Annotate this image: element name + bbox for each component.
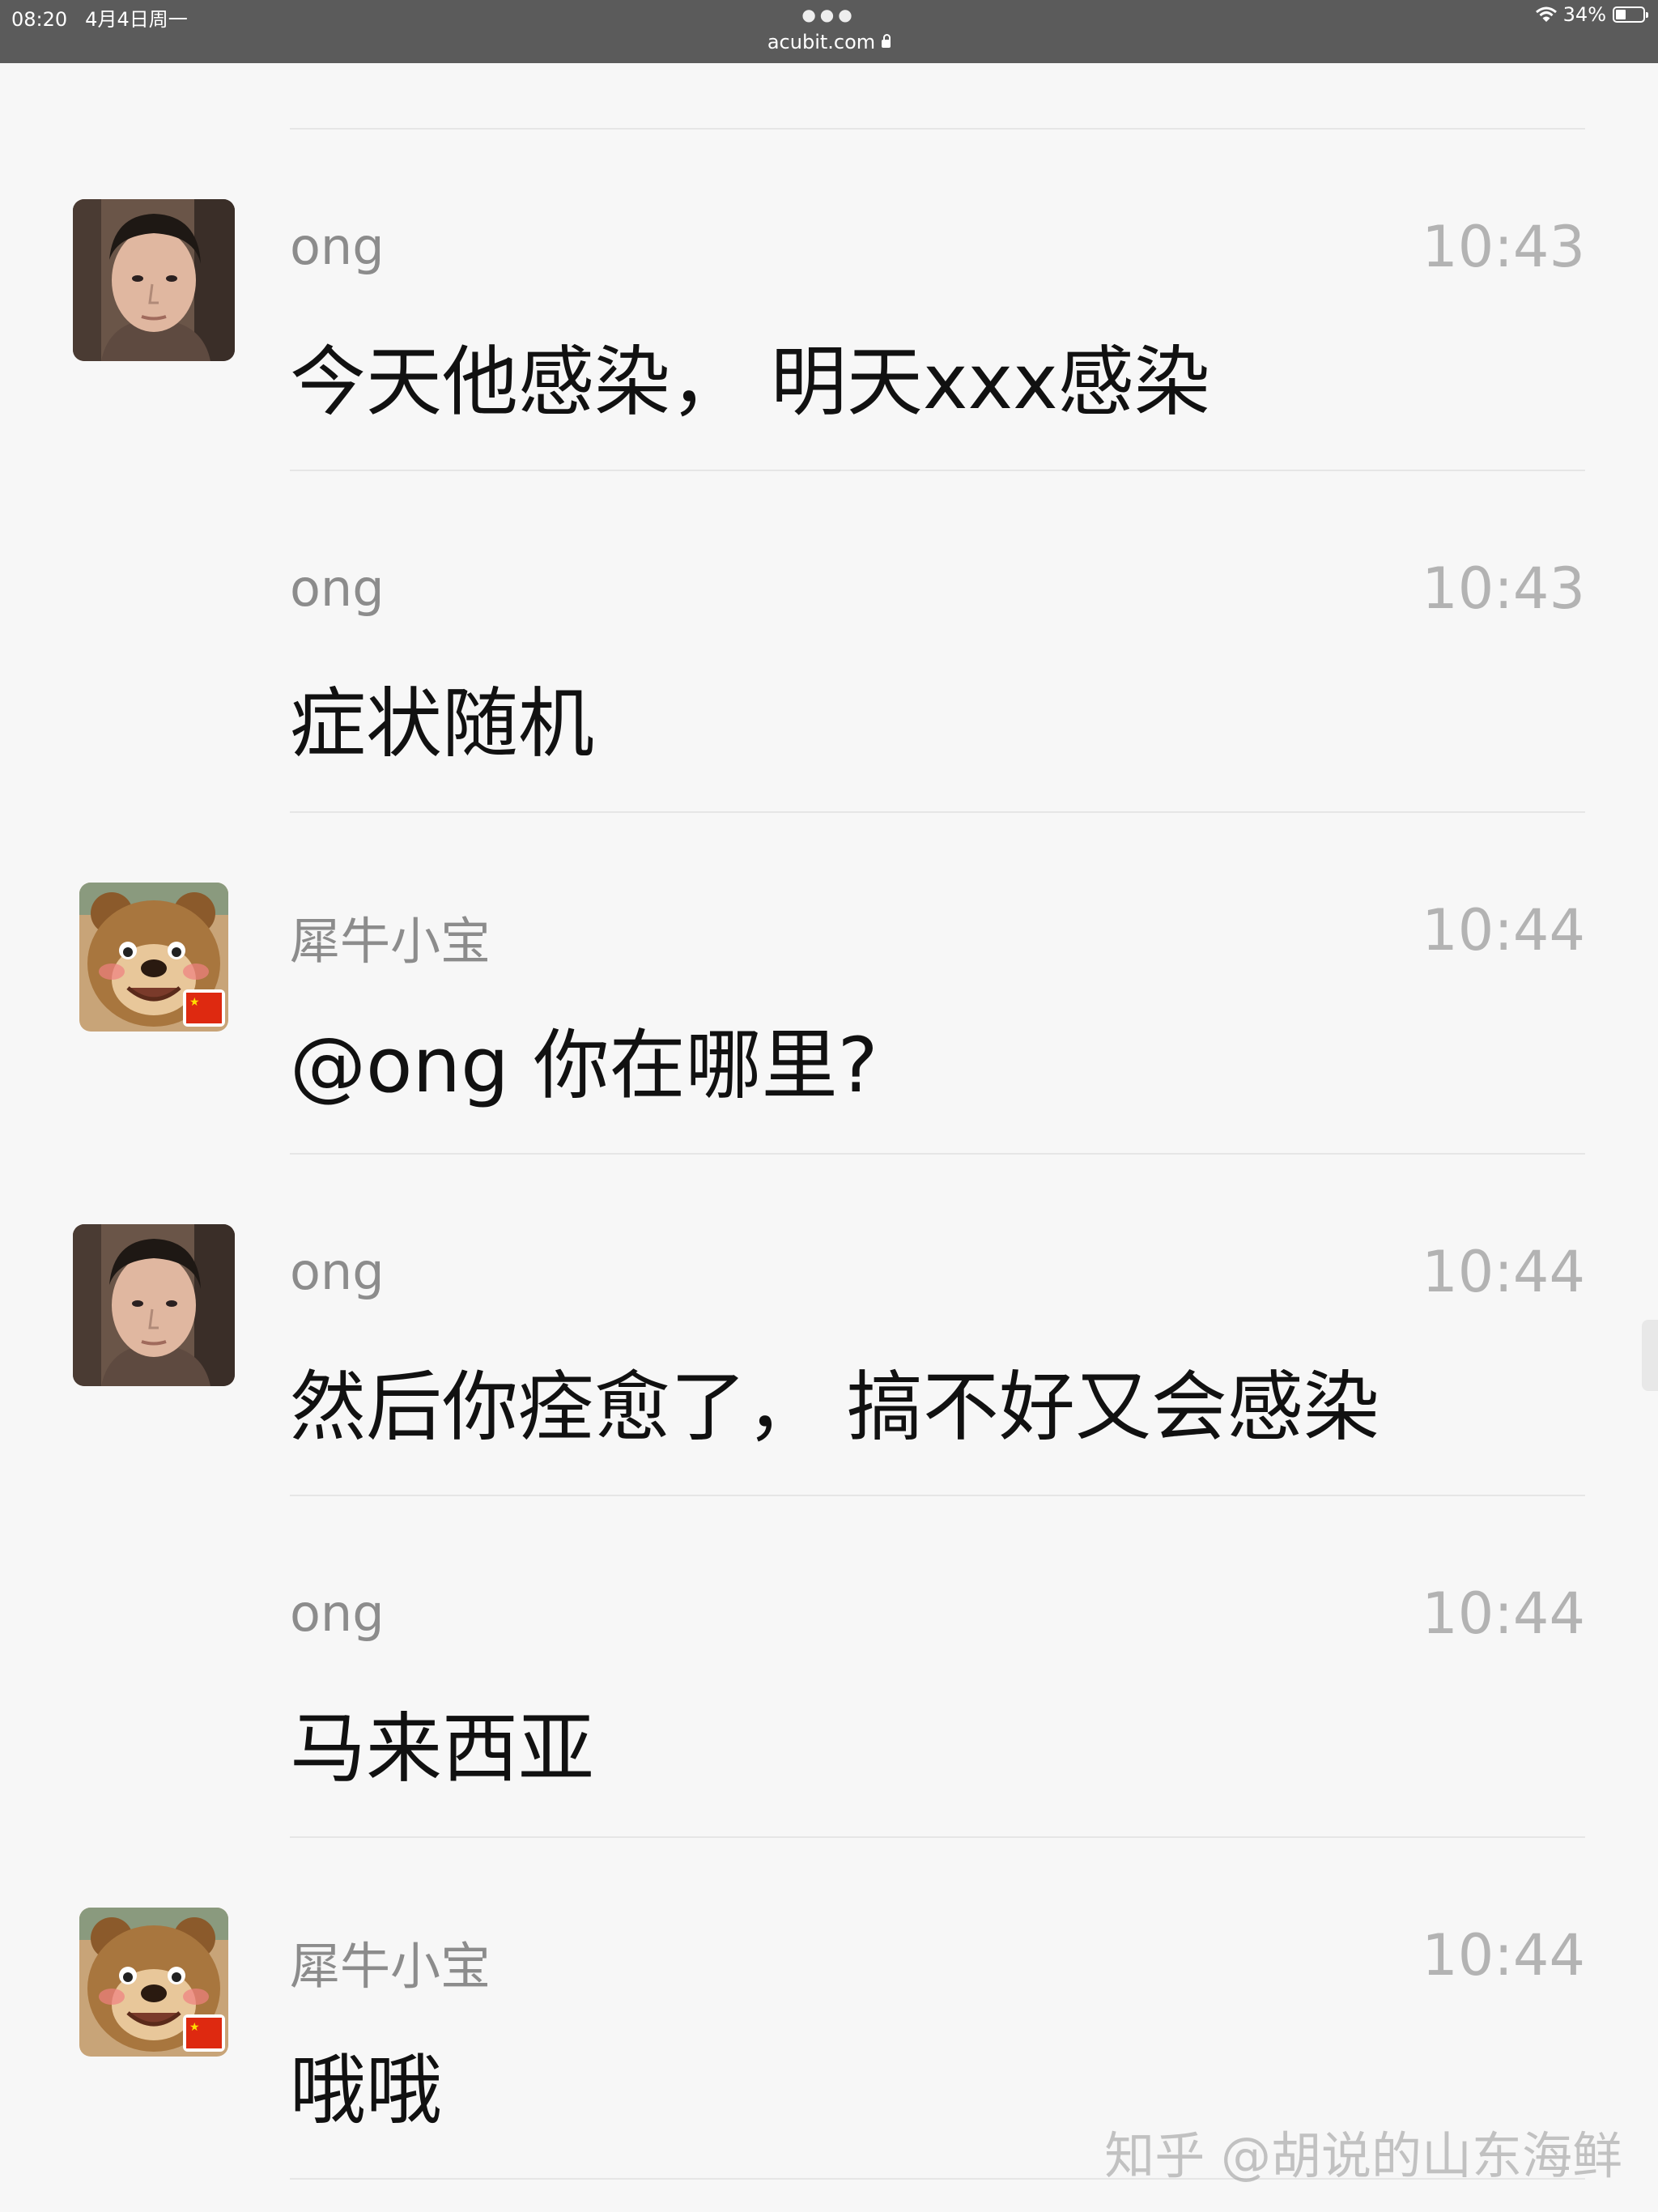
sender-name: 犀牛小宝 [290,912,491,971]
url-text[interactable]: acubit.com [767,31,875,53]
message-text: 症状随机 [290,680,595,768]
browser-status-bar: 08:20 4月4日周一 ●●● acubit.com 34% [0,0,1658,63]
scrollbar-thumb[interactable] [1642,1320,1658,1391]
chat-message[interactable]: ong 10:43 症状随机 [0,470,1658,811]
message-time: 10:43 [1422,214,1585,280]
sender-name: ong [290,1584,385,1643]
man-avatar-icon [73,199,235,361]
wifi-icon [1535,6,1557,22]
battery-icon [1613,6,1648,23]
sender-name: 犀牛小宝 [290,1937,491,1996]
message-text: 然后你痊愈了， 搞不好又会感染 [290,1363,1380,1452]
message-text: @ong 你在哪里? [290,1022,878,1110]
chat-message[interactable]: ong 10:44 马来西亚 [0,1495,1658,1836]
battery-percent: 34% [1562,3,1606,26]
message-text: 哦哦 [290,2047,443,2135]
message-time: 10:44 [1422,1239,1585,1305]
message-time: 10:44 [1422,897,1585,963]
more-dots-icon[interactable]: ●●● [0,5,1658,24]
status-right: 34% [1535,3,1648,26]
lock-icon [882,34,891,48]
svg-text:★: ★ [189,996,200,1009]
message-time: 10:43 [1422,555,1585,622]
sender-name: ong [290,559,385,618]
message-time: 10:44 [1422,1922,1585,1989]
address-bar[interactable]: acubit.com [0,31,1658,53]
sender-name: ong [290,217,385,276]
battery-fill [1616,10,1626,19]
avatar[interactable]: ★ [79,1908,228,2057]
svg-text:★: ★ [189,2021,200,2034]
bear-avatar-icon: ★ [79,1908,228,2057]
bear-avatar-icon: ★ [79,883,228,1032]
chat-message[interactable]: ong 10:43 今天他感染， 明天xxx感染 [0,128,1658,470]
man-avatar-icon [73,1224,235,1386]
chat-message[interactable]: ★ 犀牛小宝 10:44 @ong 你在哪里? [0,811,1658,1153]
message-time: 10:44 [1422,1580,1585,1647]
message-text: 马来西亚 [290,1705,595,1793]
chat-message[interactable]: ong 10:44 然后你痊愈了， 搞不好又会感染 [0,1153,1658,1495]
sender-name: ong [290,1242,385,1301]
avatar[interactable] [73,199,235,361]
watermark: 知乎 @胡说的山东海鲜 [1104,2126,1622,2185]
avatar[interactable] [73,1224,235,1386]
message-text: 今天他感染， 明天xxx感染 [290,338,1210,427]
avatar[interactable]: ★ [79,883,228,1032]
